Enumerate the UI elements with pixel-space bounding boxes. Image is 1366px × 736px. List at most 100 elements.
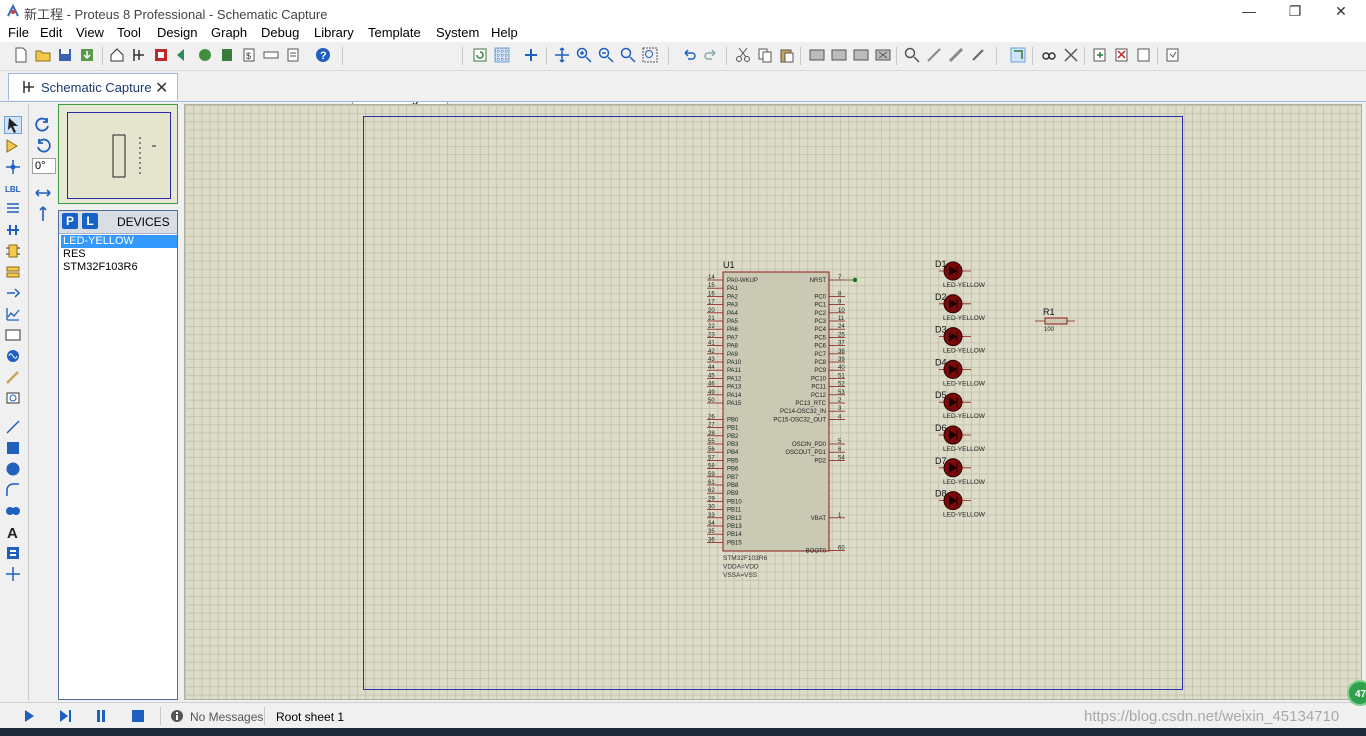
path-tool-icon[interactable] [4,502,22,520]
close-icon[interactable]: ✕ [1318,0,1364,22]
terminals-mode-icon[interactable] [4,263,22,281]
refresh-icon[interactable] [471,46,489,64]
design-explorer-icon[interactable] [218,46,236,64]
toggle-grid-icon[interactable] [493,46,511,64]
block-rotate-icon[interactable] [852,46,870,64]
rotate-anticlockwise-icon[interactable] [34,137,52,155]
marker-tool-icon[interactable] [4,565,22,583]
device-item-stm32f103r6[interactable]: STM32F103R6 [61,261,177,274]
mcu-pin-name: PB10 [727,499,742,505]
copy-icon[interactable] [756,46,774,64]
menu-debug[interactable]: Debug [261,25,299,40]
line-tool-icon[interactable] [4,418,22,436]
property-assignment-icon[interactable] [1062,46,1080,64]
restore-icon[interactable]: ❐ [1272,0,1318,22]
new-sheet-icon[interactable] [1091,46,1109,64]
menu-graph[interactable]: Graph [211,25,247,40]
import-icon[interactable] [78,46,96,64]
subcircuit-icon[interactable] [4,242,22,260]
save-icon[interactable] [56,46,74,64]
pause-icon[interactable] [92,708,110,724]
origin-icon[interactable] [522,46,540,64]
stop-icon[interactable] [129,708,147,724]
menu-help[interactable]: Help [491,25,518,40]
circle-tool-icon[interactable] [4,460,22,478]
search-tag-icon[interactable] [1040,46,1058,64]
packaging-tool-icon[interactable] [947,46,965,64]
text-script-icon[interactable] [4,200,22,218]
pick-devices-button[interactable]: P [62,213,78,229]
wire-autorouter-icon[interactable] [1009,46,1027,64]
box-tool-icon[interactable] [4,439,22,457]
play-icon[interactable] [20,708,38,724]
remove-sheet-icon[interactable] [1113,46,1131,64]
messages-status[interactable]: No Messages [190,710,263,724]
schematic-canvas[interactable]: U1 14 PA0-WKUP 15 PA1 16 PA2 17 PA3 20 PA4 21 PA5 22 P… [184,104,1362,700]
graph-mode-icon[interactable] [4,305,22,323]
junction-dot-icon[interactable] [4,158,22,176]
selection-mode-icon[interactable] [4,116,22,134]
menu-template[interactable]: Template [368,25,421,40]
device-item-res[interactable]: RES [61,248,177,261]
undo-icon[interactable] [680,46,698,64]
paste-icon[interactable] [778,46,796,64]
close-tab-icon[interactable]: ✕ [155,78,168,98]
block-copy-icon[interactable] [808,46,826,64]
pan-icon[interactable] [553,46,571,64]
zoom-all-icon[interactable] [619,46,637,64]
overview-window[interactable] [58,104,178,204]
help-icon[interactable]: ? [314,46,332,64]
block-move-icon[interactable] [830,46,848,64]
step-icon[interactable] [57,708,75,724]
3d-viewer-icon[interactable] [196,46,214,64]
bill-of-materials-icon[interactable]: $ [240,46,258,64]
menu-system[interactable]: System [436,25,479,40]
decompose-icon[interactable] [969,46,987,64]
arc-tool-icon[interactable] [4,481,22,499]
source-code-icon[interactable] [262,46,280,64]
menu-design[interactable]: Design [157,25,197,40]
open-folder-icon[interactable] [34,46,52,64]
exit-to-parent-icon[interactable] [1135,46,1153,64]
generator-mode-icon[interactable] [4,347,22,365]
design-notes-icon[interactable] [1164,46,1182,64]
make-device-icon[interactable] [925,46,943,64]
component-mode-icon[interactable] [4,137,22,155]
cut-icon[interactable] [734,46,752,64]
home-icon[interactable] [108,46,126,64]
gerber-icon[interactable] [174,46,192,64]
virtual-instruments-icon[interactable] [4,389,22,407]
menu-view[interactable]: View [76,25,104,40]
rotation-angle-input[interactable]: 0° [32,158,56,174]
wire-label-icon[interactable]: LBL [4,179,22,197]
menu-edit[interactable]: Edit [40,25,62,40]
device-item-led-yellow[interactable]: LED-YELLOW [61,235,177,248]
buses-icon[interactable] [4,221,22,239]
mirror-vertical-icon[interactable] [34,205,52,223]
menu-file[interactable]: File [8,25,29,40]
zoom-out-icon[interactable] [597,46,615,64]
tape-recorder-icon[interactable] [4,326,22,344]
rotate-clockwise-icon[interactable] [34,116,52,134]
voltage-probe-icon[interactable] [4,368,22,386]
redo-icon[interactable] [702,46,720,64]
text-tool-icon[interactable]: A [4,523,22,541]
resistor-body[interactable] [1044,317,1068,325]
symbol-tool-icon[interactable] [4,544,22,562]
pcb-layout-icon[interactable] [152,46,170,64]
zoom-area-icon[interactable] [641,46,659,64]
block-delete-icon[interactable] [874,46,892,64]
notes-icon[interactable] [284,46,302,64]
menu-library[interactable]: Library [314,25,354,40]
mcu-pin-number: 59 [708,472,715,478]
menu-tool[interactable]: Tool [117,25,141,40]
schematic-icon[interactable] [130,46,148,64]
device-pins-icon[interactable] [4,284,22,302]
tab-schematic-capture[interactable]: Schematic Capture ✕ [8,73,178,100]
library-manager-button[interactable]: L [82,213,98,229]
pick-device-icon[interactable] [903,46,921,64]
zoom-in-icon[interactable] [575,46,593,64]
minimize-icon[interactable]: — [1226,0,1272,22]
mirror-horizontal-icon[interactable] [34,184,52,202]
new-file-icon[interactable] [12,46,30,64]
